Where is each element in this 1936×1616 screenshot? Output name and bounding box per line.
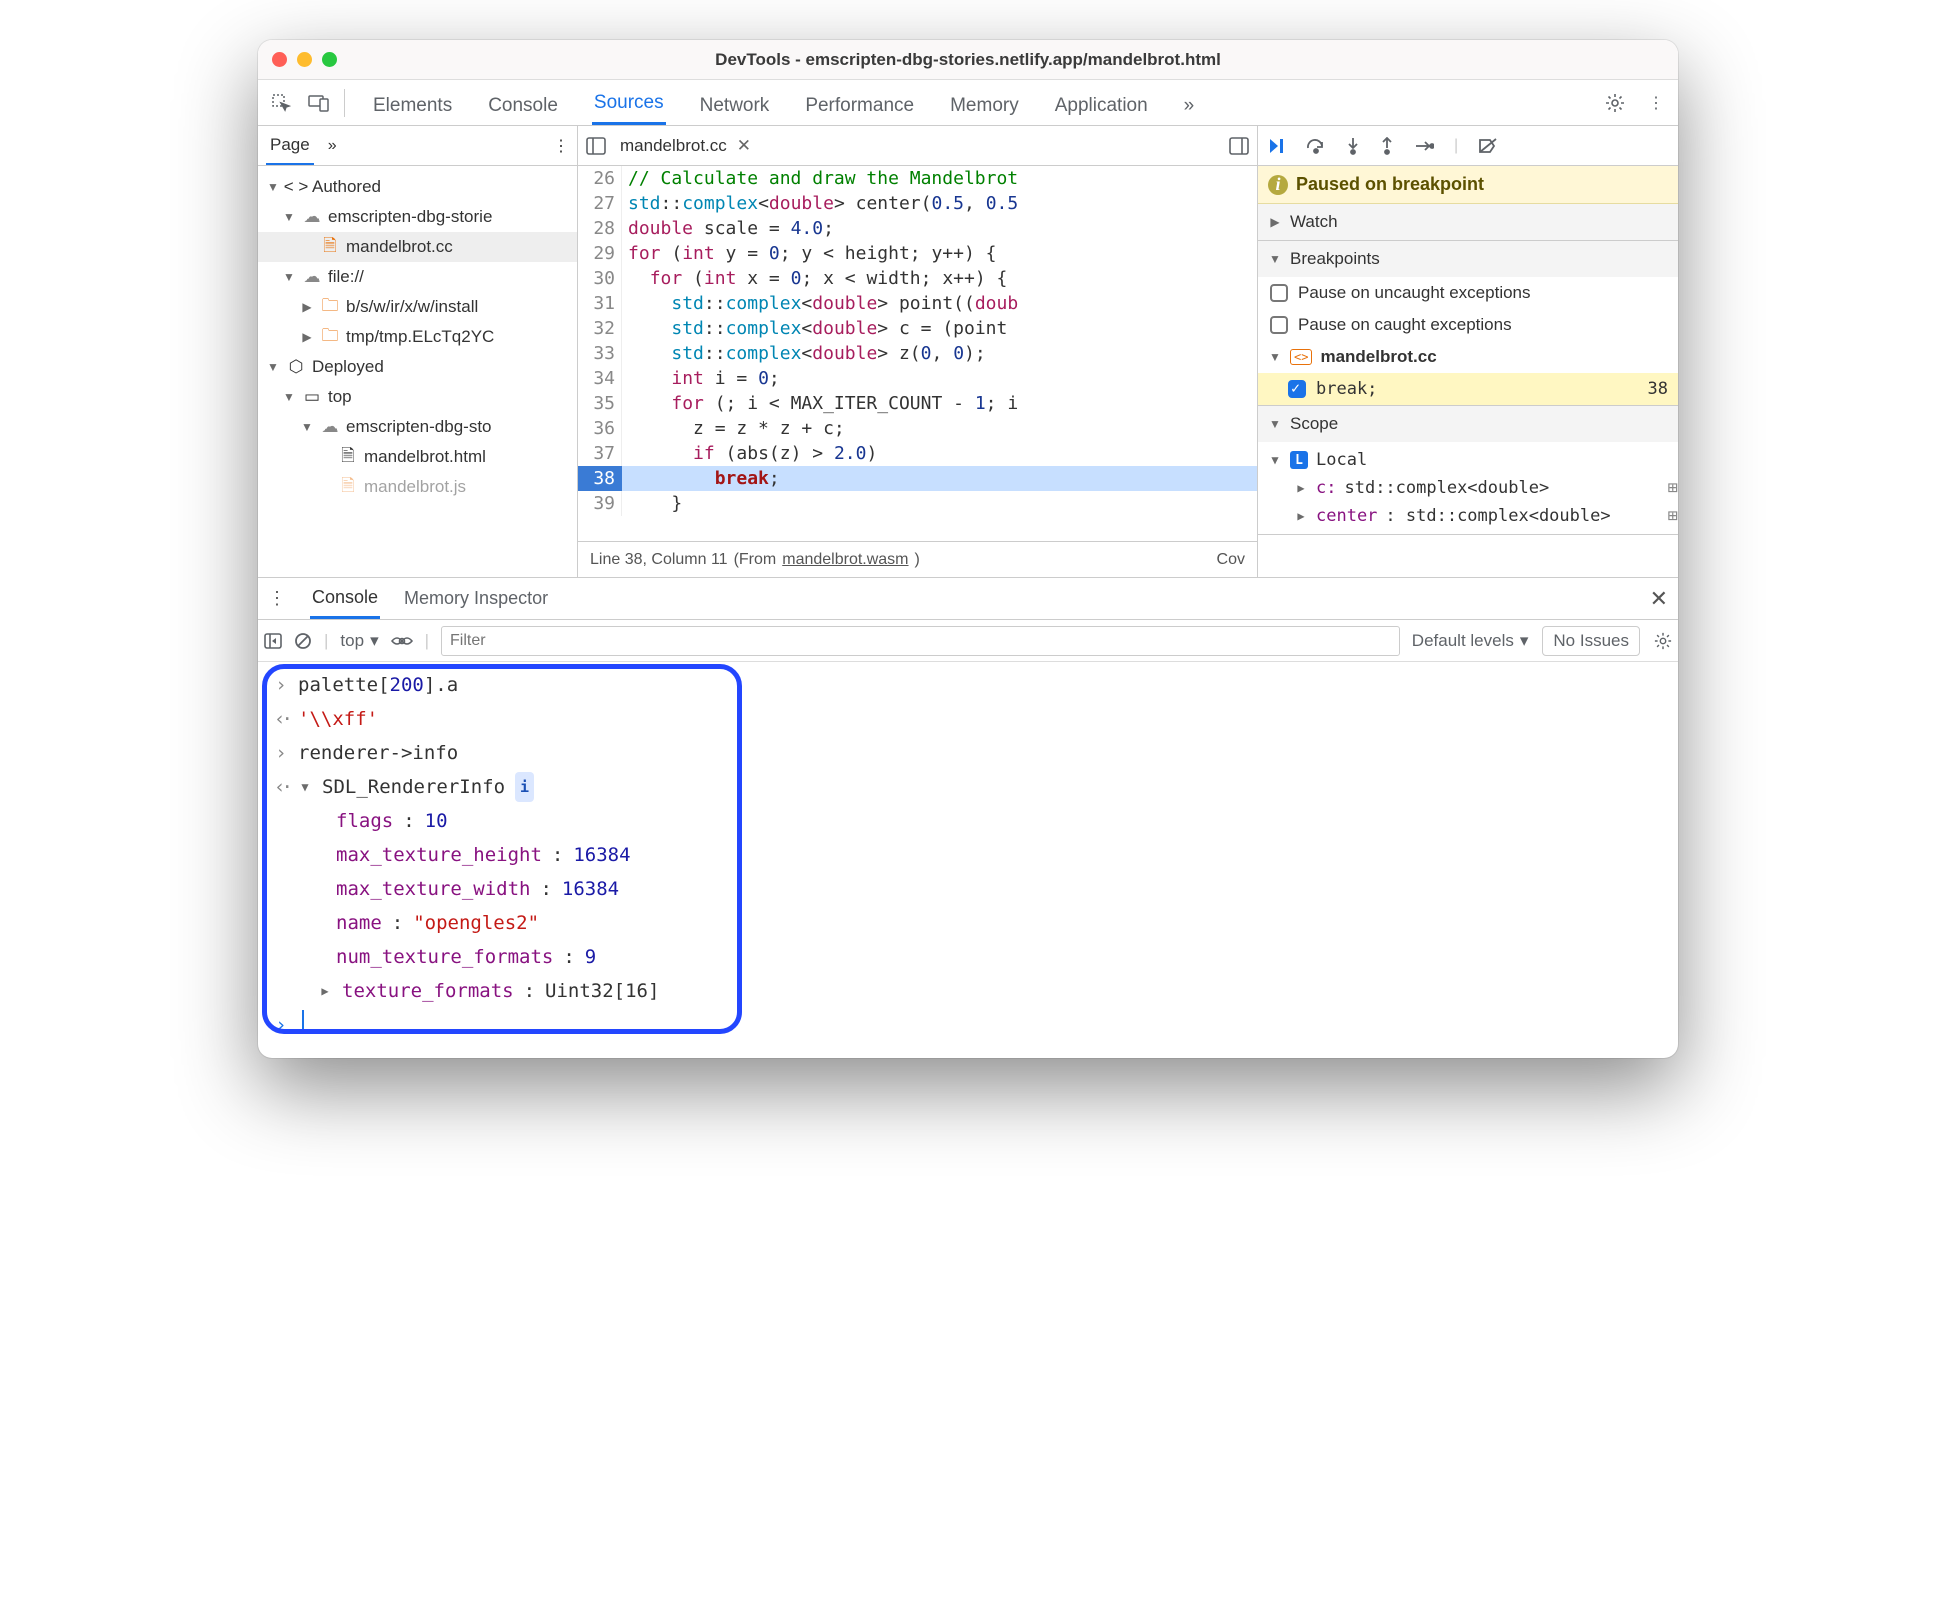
source-map-link[interactable]: mandelbrot.wasm (782, 551, 908, 569)
navigator-pane: Page » ⋮ ▼< >Authored ▼☁emscripten-dbg-s… (258, 126, 578, 577)
scope-body: ▼LLocal ▶c: std::complex<double>⊞ ▶cente… (1258, 442, 1678, 534)
editor-tabbar: mandelbrot.cc ✕ (578, 126, 1257, 166)
log-levels-select[interactable]: Default levels ▾ (1412, 631, 1529, 651)
breakpoint-entry[interactable]: break; 38 (1258, 373, 1678, 405)
kebab-menu-icon[interactable]: ⋮ (1648, 93, 1664, 113)
context-select[interactable]: top ▾ (340, 631, 378, 651)
sources-panel: Page » ⋮ ▼< >Authored ▼☁emscripten-dbg-s… (258, 126, 1678, 578)
editor-tab-mandelbrot-cc[interactable]: mandelbrot.cc ✕ (620, 136, 751, 156)
step-icon[interactable] (1414, 139, 1434, 153)
tab-application[interactable]: Application (1053, 85, 1150, 125)
drawer-menu-icon[interactable]: ⋮ (268, 588, 286, 609)
console-settings-gear-icon[interactable] (1654, 632, 1672, 650)
console-output-1: '\\xff' (260, 702, 1676, 736)
prop-num-texture-formats: num_texture_formats: 9 (260, 940, 1676, 974)
breakpoint-file[interactable]: ▼<>mandelbrot.cc (1258, 341, 1678, 373)
prop-max-texture-height: max_texture_height: 16384 (260, 838, 1676, 872)
scope-var-center[interactable]: ▶center: std::complex<double>⊞ (1268, 502, 1678, 530)
tree-item-deployed[interactable]: ▼⬡Deployed (258, 352, 577, 382)
tab-network[interactable]: Network (698, 85, 772, 125)
console-input-1: palette[200].a (260, 668, 1676, 702)
console-sidebar-toggle-icon[interactable] (264, 633, 282, 649)
issues-button[interactable]: No Issues (1542, 626, 1640, 656)
drawer-tabbar: ⋮ Console Memory Inspector ✕ (258, 578, 1678, 620)
more-tabs-icon[interactable]: » (1182, 85, 1197, 125)
toggle-debugger-icon[interactable] (1229, 137, 1249, 155)
step-into-icon[interactable] (1346, 137, 1360, 155)
step-out-icon[interactable] (1380, 137, 1394, 155)
debugger-toolbar: | (1258, 126, 1678, 166)
info-badge-icon[interactable]: i (515, 772, 534, 802)
titlebar: DevTools - emscripten-dbg-stories.netlif… (258, 40, 1678, 80)
info-icon: i (1268, 175, 1288, 195)
prop-name: name: "opengles2" (260, 906, 1676, 940)
clear-console-icon[interactable] (294, 632, 312, 650)
tab-elements[interactable]: Elements (371, 85, 454, 125)
drawer: ⋮ Console Memory Inspector ✕ | top ▾ | D… (258, 578, 1678, 1058)
live-expr-icon[interactable] (391, 634, 413, 648)
drawer-tab-console[interactable]: Console (310, 579, 380, 619)
scope-local[interactable]: ▼LLocal (1268, 446, 1678, 474)
editor-status-bar: Line 38, Column 11 (From mandelbrot.wasm… (578, 541, 1257, 577)
pause-caught-checkbox[interactable]: Pause on caught exceptions (1258, 309, 1678, 341)
close-tab-icon[interactable]: ✕ (737, 136, 751, 156)
tab-console[interactable]: Console (486, 85, 560, 125)
tree-item-mandelbrot-cc[interactable]: 🗎mandelbrot.cc (258, 232, 577, 262)
console-toolbar: | top ▾ | Default levels ▾ No Issues (258, 620, 1678, 662)
debugger-pane: | i Paused on breakpoint ▶Watch ▼Breakpo… (1258, 126, 1678, 577)
navigator-menu-icon[interactable]: ⋮ (553, 136, 569, 156)
tree-item-file-scheme[interactable]: ▼☁file:// (258, 262, 577, 292)
code-editor[interactable]: 26// Calculate and draw the Mandelbrot27… (578, 166, 1257, 541)
prop-flags: flags: 10 (260, 804, 1676, 838)
step-over-icon[interactable] (1306, 138, 1326, 154)
tab-sources[interactable]: Sources (592, 82, 666, 125)
devtools-window: DevTools - emscripten-dbg-stories.netlif… (258, 40, 1678, 1058)
console-output-2[interactable]: ▼ SDL_RendererInfo i (260, 770, 1676, 804)
window-title: DevTools - emscripten-dbg-stories.netlif… (258, 50, 1678, 70)
tree-item-top[interactable]: ▼▭top (258, 382, 577, 412)
tree-item-domain-2[interactable]: ▼☁emscripten-dbg-sto (258, 412, 577, 442)
console-input-2: renderer->info (260, 736, 1676, 770)
tree-item-mandelbrot-html[interactable]: 🗎mandelbrot.html (258, 442, 577, 472)
console-output: palette[200].a '\\xff' renderer->info ▼ … (258, 662, 1678, 1058)
tree-item-domain[interactable]: ▼☁emscripten-dbg-storie (258, 202, 577, 232)
close-drawer-icon[interactable]: ✕ (1650, 586, 1668, 612)
file-tree: ▼< >Authored ▼☁emscripten-dbg-storie 🗎ma… (258, 166, 577, 577)
prop-max-texture-width: max_texture_width: 16384 (260, 872, 1676, 906)
console-prompt[interactable]: › (260, 1008, 1676, 1042)
settings-gear-icon[interactable] (1598, 86, 1632, 120)
tree-item-mandelbrot-js[interactable]: 🗎mandelbrot.js (258, 472, 577, 502)
resume-icon[interactable] (1268, 137, 1286, 155)
chevron-down-icon: ▾ (370, 631, 379, 651)
tab-performance[interactable]: Performance (803, 85, 916, 125)
watch-section[interactable]: ▶Watch (1258, 204, 1678, 240)
navigator-tab-page[interactable]: Page (266, 127, 314, 165)
pause-uncaught-checkbox[interactable]: Pause on uncaught exceptions (1258, 277, 1678, 309)
deactivate-breakpoints-icon[interactable] (1478, 138, 1498, 154)
panel-tabs: Elements Console Sources Network Perform… (371, 80, 1594, 125)
console-filter-input[interactable] (441, 626, 1400, 656)
main-toolbar: Elements Console Sources Network Perform… (258, 80, 1678, 126)
paused-banner: i Paused on breakpoint (1258, 166, 1678, 204)
coverage-label[interactable]: Cov (1217, 551, 1245, 569)
drawer-tab-memory-inspector[interactable]: Memory Inspector (404, 588, 548, 609)
cursor-position: Line 38, Column 11 (590, 551, 728, 569)
navigator-header: Page » ⋮ (258, 126, 577, 166)
navigator-more-icon[interactable]: » (328, 137, 337, 155)
tree-item-folder-1[interactable]: ▶🗀b/s/w/ir/x/w/install (258, 292, 577, 322)
scope-section[interactable]: ▼Scope (1258, 406, 1678, 442)
device-toggle-icon[interactable] (302, 86, 336, 120)
editor-pane: mandelbrot.cc ✕ 26// Calculate and draw … (578, 126, 1258, 577)
toggle-navigator-icon[interactable] (586, 137, 606, 155)
tree-item-authored[interactable]: ▼< >Authored (258, 172, 577, 202)
tree-item-folder-2[interactable]: ▶🗀tmp/tmp.ELcTq2YC (258, 322, 577, 352)
inspect-element-icon[interactable] (264, 86, 298, 120)
prop-texture-formats[interactable]: ▶ texture_formats: Uint32[16] (260, 974, 1676, 1008)
tab-memory[interactable]: Memory (948, 85, 1021, 125)
scope-var-c[interactable]: ▶c: std::complex<double>⊞ (1268, 474, 1678, 502)
breakpoints-section[interactable]: ▼Breakpoints (1258, 241, 1678, 277)
